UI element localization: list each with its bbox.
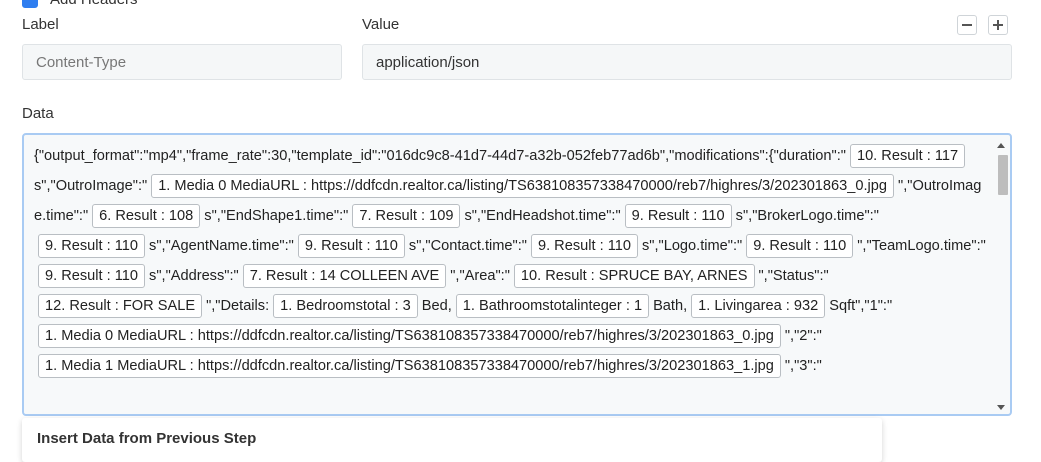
data-title: Data <box>22 105 54 122</box>
variable-chip[interactable]: 1. Livingarea : 932 <box>691 294 826 318</box>
json-text: ","2":" <box>784 328 822 344</box>
data-content: {"output_format":"mp4","frame_rate":30,"… <box>34 141 989 381</box>
variable-chip[interactable]: 6. Result : 108 <box>92 204 201 228</box>
variable-chip[interactable]: 1. Media 0 MediaURL : https://ddfcdn.rea… <box>38 324 781 348</box>
data-editor[interactable]: {"output_format":"mp4","frame_rate":30,"… <box>22 133 1012 416</box>
json-text: Bath, <box>653 298 688 314</box>
json-text: ","Status":" <box>758 268 829 284</box>
json-text: ","Area":" <box>450 268 510 284</box>
insert-data-dropdown: Insert Data from Previous Step <box>22 418 882 462</box>
json-text: s","EndShape1.time":" <box>204 208 349 224</box>
json-text: s","Logo.time":" <box>641 238 743 254</box>
add-headers-checkbox[interactable] <box>22 0 38 8</box>
json-text: s","EndHeadshot.time":" <box>464 208 621 224</box>
add-header-button[interactable] <box>988 15 1008 35</box>
variable-chip[interactable]: 1. Bathroomstotalinteger : 1 <box>455 294 650 318</box>
json-text: s","Address":" <box>149 268 239 284</box>
minus-icon <box>962 24 972 26</box>
json-text: ","TeamLogo.time":" <box>857 238 986 254</box>
remove-header-button[interactable] <box>957 15 977 35</box>
json-text: s","Contact.time":" <box>408 238 527 254</box>
json-text: s","BrokerLogo.time":" <box>735 208 879 224</box>
add-headers-label: Add Headers <box>50 0 138 8</box>
variable-chip[interactable]: 9. Result : 110 <box>38 264 146 288</box>
variable-chip[interactable]: 1. Bedroomstotal : 3 <box>273 294 418 318</box>
value-title: Value <box>362 16 400 33</box>
json-text: s","OutroImage":" <box>34 178 148 194</box>
json-text: s","AgentName.time":" <box>149 238 294 254</box>
header-label-input[interactable]: Content-Type <box>22 44 342 80</box>
label-title: Label <box>22 16 59 33</box>
plus-icon <box>993 20 1003 30</box>
variable-chip[interactable]: 9. Result : 110 <box>38 234 146 258</box>
insert-data-option[interactable]: Insert Data from Previous Step <box>37 430 256 447</box>
variable-chip[interactable]: 1. Media 1 MediaURL : https://ddfcdn.rea… <box>38 354 781 378</box>
scroll-thumb[interactable] <box>998 155 1008 195</box>
header-value-input[interactable]: application/json <box>362 44 1012 80</box>
json-text: ","3":" <box>784 358 822 374</box>
scroll-down-icon[interactable] <box>997 405 1005 410</box>
variable-chip[interactable]: 9. Result : 110 <box>624 204 732 228</box>
variable-chip[interactable]: 7. Result : 109 <box>352 204 461 228</box>
json-text: Bed, <box>421 298 452 314</box>
json-text: ","Details: <box>206 298 270 314</box>
variable-chip[interactable]: 1. Media 0 MediaURL : https://ddfcdn.rea… <box>151 174 895 198</box>
data-scrollbar[interactable] <box>994 137 1008 414</box>
variable-chip[interactable]: 12. Result : FOR SALE <box>38 294 203 318</box>
json-text: Sqft","1":" <box>829 298 893 314</box>
variable-chip[interactable]: 7. Result : 14 COLLEEN AVE <box>242 264 447 288</box>
json-text: {"output_format":"mp4","frame_rate":30,"… <box>34 148 846 164</box>
variable-chip[interactable]: 10. Result : 117 <box>849 144 966 168</box>
scroll-up-icon[interactable] <box>997 143 1005 148</box>
variable-chip[interactable]: 10. Result : SPRUCE BAY, ARNES <box>513 264 755 288</box>
variable-chip[interactable]: 9. Result : 110 <box>297 234 405 258</box>
variable-chip[interactable]: 9. Result : 110 <box>746 234 854 258</box>
variable-chip[interactable]: 9. Result : 110 <box>530 234 638 258</box>
